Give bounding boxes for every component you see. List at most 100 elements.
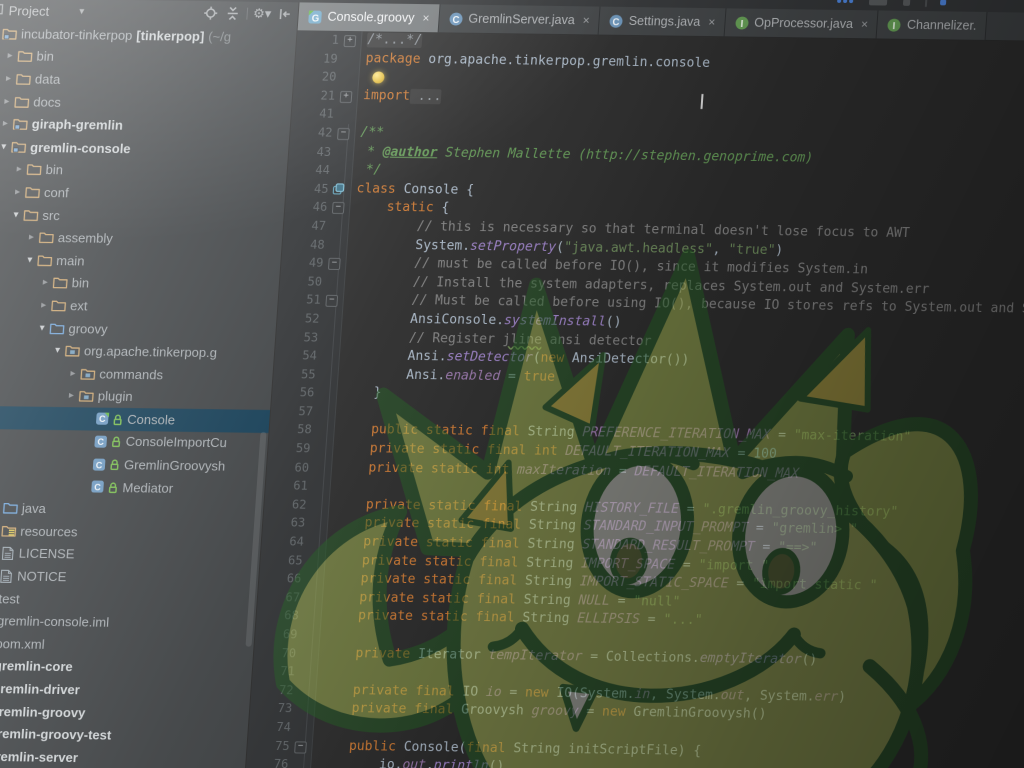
class-run-icon: C (93, 412, 111, 426)
fold-toggle[interactable]: + (340, 91, 353, 103)
gear-icon[interactable]: ⚙▾ (254, 6, 270, 21)
tab-label: Settings.java (628, 14, 701, 29)
tree-item-label: ConsoleImportCu (125, 434, 227, 450)
line-number: 67 (257, 588, 300, 607)
expand-arrow-icon[interactable]: ▸ (12, 164, 26, 175)
svg-text:C: C (97, 437, 105, 447)
folder-icon (22, 208, 40, 221)
fold-toggle[interactable]: + (343, 35, 356, 47)
tree-item-gremlin-driver[interactable]: ▸gremlin-driver (0, 677, 251, 704)
line-number: 73 (250, 699, 293, 718)
expand-arrow-icon[interactable]: ▾ (23, 254, 37, 265)
expand-arrow-icon[interactable]: ▸ (64, 390, 78, 401)
tab-settings-java[interactable]: C Settings.java × (599, 7, 727, 37)
tree-item-label: groovy (68, 321, 108, 337)
line-number: 70 (253, 643, 296, 662)
line-number: 65 (260, 551, 303, 570)
tree-item-pom-xml[interactable]: mpom.xml (0, 631, 254, 658)
line-number: 57 (270, 402, 313, 421)
expand-arrow-icon[interactable]: ▸ (25, 232, 39, 243)
fold-toggle[interactable]: − (328, 258, 341, 270)
search-icon[interactable] (925, 0, 928, 7)
chevron-down-icon[interactable]: ▾ (79, 6, 85, 17)
line-number: 69 (255, 625, 298, 644)
line-number: 74 (248, 718, 291, 737)
expand-arrow-icon[interactable]: ▸ (2, 73, 16, 84)
fold-toggle[interactable]: − (294, 741, 307, 753)
line-number: 46 (285, 198, 328, 217)
groovy-badge-icon (110, 413, 125, 426)
class-icon: C (91, 435, 109, 449)
project-path: (~/g (208, 29, 232, 44)
tree-item-label: commands (99, 366, 164, 382)
code-text: io.out.println() (316, 756, 505, 768)
close-icon[interactable]: × (422, 11, 430, 25)
tree-item-label: gremlin-groovy (0, 704, 86, 720)
line-number: 62 (264, 495, 307, 514)
tab-opprocessor-java[interactable]: IOpProcessor.java× (724, 8, 879, 38)
line-number: 63 (263, 513, 306, 532)
vcs-icon[interactable] (849, 0, 853, 3)
tree-item-label: data (34, 72, 60, 87)
line-number: 55 (273, 365, 316, 384)
ide-screenshot-photo: Project ▾ ⚙▾ ▾incubator-tinkerpop[tinker… (0, 0, 1024, 768)
locate-icon[interactable] (202, 6, 218, 21)
expand-arrow-icon[interactable]: ▸ (0, 118, 12, 129)
expand-arrow-icon[interactable]: ▸ (66, 368, 80, 379)
fold-toggle[interactable]: − (337, 128, 350, 140)
divider-dots-icon[interactable] (869, 0, 887, 6)
fold-toggle[interactable]: − (332, 202, 345, 214)
hide-panel-icon[interactable] (276, 7, 292, 22)
close-icon[interactable]: × (582, 13, 590, 27)
project-tree: ▾incubator-tinkerpop[tinkerpop](~/g▸bin▸… (0, 22, 297, 768)
tree-item-gremlin-core[interactable]: ▸gremlin-core (0, 654, 253, 681)
search-icon[interactable] (940, 0, 946, 5)
folder-icon (37, 231, 55, 244)
line-number: 44 (287, 160, 330, 179)
line-number: 52 (277, 309, 320, 328)
java-class-icon: C (608, 13, 624, 28)
line-number: 72 (251, 681, 294, 700)
folder-icon (36, 253, 54, 266)
expand-arrow-icon[interactable]: ▾ (51, 345, 65, 356)
tree-item-label: assembly (57, 230, 113, 246)
expand-arrow-icon[interactable]: ▸ (11, 186, 25, 197)
tab-channelizer-[interactable]: IChannelizer. (877, 10, 987, 39)
expand-arrow-icon[interactable]: ▸ (37, 300, 51, 311)
run-widget-icon[interactable] (843, 0, 847, 3)
expand-arrow-icon[interactable]: ▸ (3, 51, 17, 62)
line-number: 58 (269, 420, 312, 439)
code-text: import ... (362, 87, 442, 107)
tree-item-gremlin-console-iml[interactable]: IJgremlin-console.iml (0, 609, 256, 636)
folder-icon (51, 276, 69, 289)
editor-area: GConsole.groovy×CGremlinServer.java× C Set… (242, 2, 1024, 768)
intention-bulb-icon[interactable] (372, 72, 385, 84)
tree-item-gremlin-server[interactable]: ▸gremlin-server (0, 744, 246, 768)
tree-item-gremlin-groovy[interactable]: ▸gremlin-groovy (0, 699, 250, 726)
search-icon[interactable] (903, 0, 910, 6)
code-viewport[interactable]: 1+/*...*/19package org.apache.tinkerpop.… (242, 30, 1024, 768)
tab-console-groovy[interactable]: GConsole.groovy× (298, 2, 441, 32)
tab-gremlinserver-java[interactable]: CGremlinServer.java× (438, 4, 600, 34)
expand-arrow-icon[interactable]: ▸ (0, 96, 14, 107)
collapse-all-icon[interactable] (224, 6, 240, 21)
line-number: 47 (283, 216, 326, 235)
fold-toggle[interactable]: − (325, 295, 338, 307)
tree-item-label: ext (70, 298, 88, 313)
tree-item-test[interactable]: ▸test (0, 586, 257, 613)
close-icon[interactable]: × (861, 17, 869, 31)
interface-icon: I (734, 15, 750, 30)
code-text: static { (355, 199, 450, 219)
expand-arrow-icon[interactable]: ▾ (35, 322, 49, 333)
tree-item-notice[interactable]: NOTICE (0, 564, 259, 591)
tree-item-gremlin-groovy-test[interactable]: ▸gremlin-groovy-test (0, 722, 248, 749)
svg-text:C: C (95, 460, 103, 470)
line-number: 50 (279, 272, 322, 291)
expand-arrow-icon[interactable]: ▾ (9, 209, 23, 220)
folder-package-icon (77, 390, 95, 403)
tree-item-label: bin (36, 49, 54, 64)
expand-arrow-icon[interactable]: ▸ (38, 277, 52, 288)
tree-item-label: docs (33, 94, 62, 109)
run-config-dots-icon[interactable] (837, 0, 841, 3)
close-icon[interactable]: × (708, 15, 716, 29)
